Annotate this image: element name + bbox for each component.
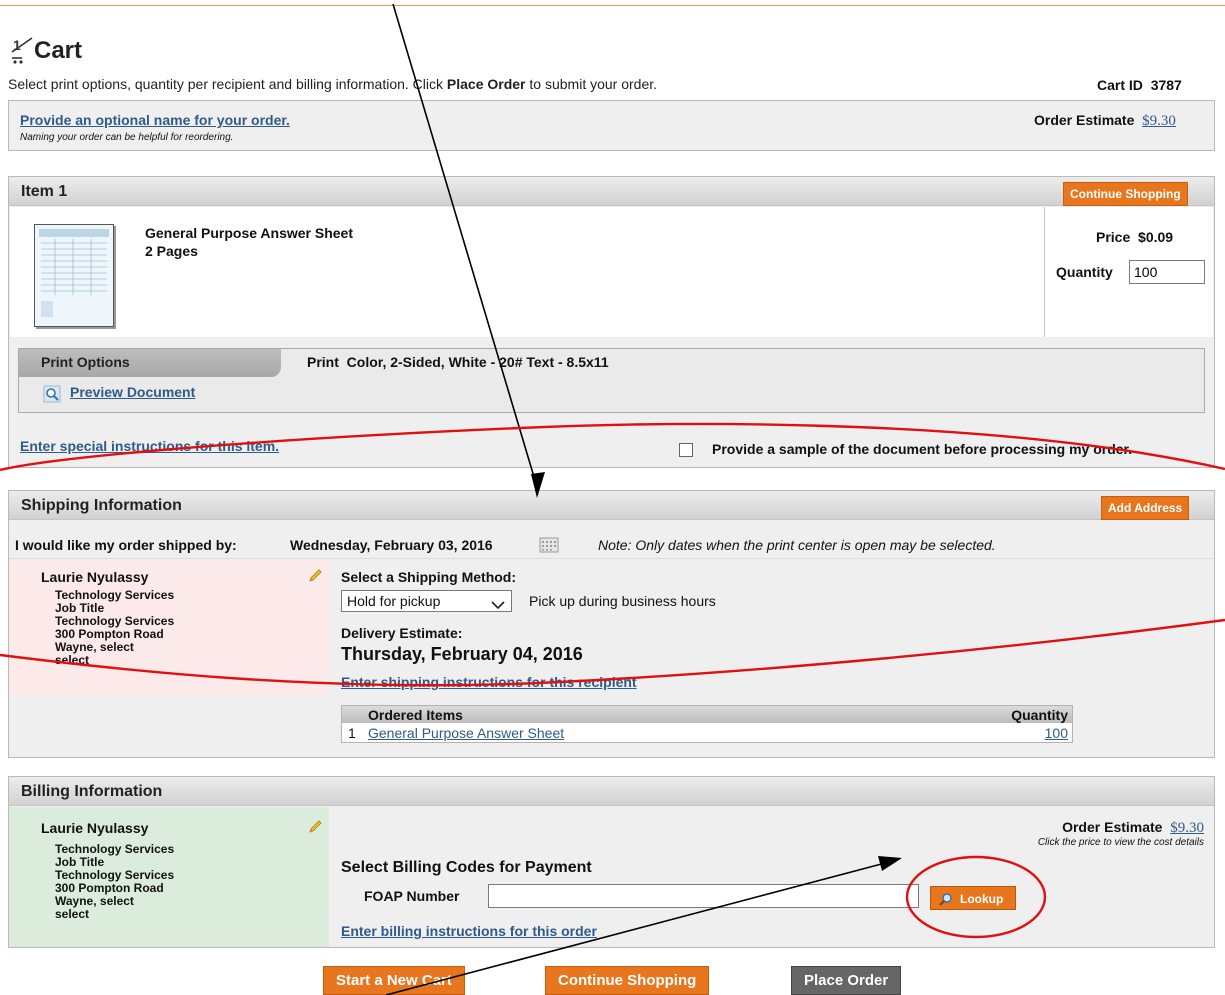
shipping-header: Shipping Information (9, 491, 1214, 520)
ship-by-date[interactable]: Wednesday, February 03, 2016 (290, 537, 493, 553)
lookup-button[interactable]: Lookup (930, 886, 1016, 910)
cart-icon: 1 (10, 36, 34, 64)
dropdown-chevron-icon (491, 597, 505, 610)
cart-id-label: Cart ID (1097, 77, 1143, 93)
item-pages: 2 Pages (145, 243, 198, 259)
ship-by-label: I would like my order shipped by: (15, 537, 237, 553)
billing-estimate-label: Order Estimate (1062, 819, 1163, 835)
subtitle-end: to submit your order. (525, 76, 658, 92)
billing-estimate-link[interactable]: $9.30 (1170, 820, 1204, 836)
pencil-icon[interactable] (307, 819, 323, 835)
special-instructions-link[interactable]: Enter special instructions for this item… (20, 438, 279, 454)
sample-label: Provide a sample of the document before … (712, 441, 1133, 457)
cart-id-value: 3787 (1150, 77, 1182, 93)
billing-codes-title: Select Billing Codes for Payment (341, 859, 592, 876)
item-price-label: Price (1096, 229, 1131, 245)
print-label: Print (307, 354, 339, 370)
billing-instructions-link[interactable]: Enter billing instructions for this orde… (341, 923, 597, 939)
ordered-items-header: Ordered Items (368, 707, 463, 723)
document-thumbnail[interactable] (34, 224, 114, 327)
ordered-item-index: 1 (348, 725, 356, 741)
magnifier-icon[interactable] (43, 385, 61, 403)
shipping-method-select[interactable]: Hold for pickup (341, 590, 512, 612)
place-order-button[interactable]: Place Order (791, 966, 902, 995)
sample-checkbox[interactable] (679, 443, 693, 457)
pencil-icon[interactable] (307, 568, 323, 584)
print-spec: Print Color, 2-Sided, White - 20# Text -… (307, 354, 609, 370)
footer-continue-shopping-button[interactable]: Continue Shopping (545, 966, 710, 995)
item-header-title: Item 1 (21, 183, 68, 200)
billing-recipient[interactable]: Laurie Nyulassy Technology Services Job … (9, 807, 329, 947)
print-options-box: Print Options Print Color, 2-Sided, Whit… (18, 348, 1205, 413)
ordered-items-table: Ordered Items Quantity 1 General Purpose… (341, 705, 1073, 743)
add-address-button[interactable]: Add Address (1101, 496, 1190, 520)
item-price: Price $0.09 (1096, 229, 1173, 245)
order-name-link[interactable]: Provide an optional name for your order. (20, 112, 290, 128)
ordered-items-header-row: Ordered Items Quantity (342, 706, 1072, 723)
page-title: Cart (34, 37, 83, 64)
shipping-recipient-name: Laurie Nyulassy (41, 569, 149, 585)
ship-by-row: I would like my order shipped by: Wednes… (9, 521, 1214, 559)
item-header: Item 1 (9, 177, 1214, 206)
subtitle-bold: Place Order (446, 76, 526, 92)
shipping-panel: Shipping Information Add Address I would… (8, 490, 1215, 758)
item-price-value: $0.09 (1138, 229, 1174, 245)
shipping-recipient-address: Technology Services Job Title Technology… (55, 589, 174, 667)
print-value: Color, 2-Sided, White - 20# Text - 8.5x1… (346, 354, 609, 370)
shipping-method-value: Hold for pickup (347, 593, 441, 609)
item-divider (1044, 207, 1045, 337)
page-subtitle: Select print options, quantity per recip… (8, 76, 657, 92)
address-line: select (55, 907, 90, 921)
order-name-panel: Provide an optional name for your order.… (8, 100, 1215, 151)
cart-id: Cart ID 3787 (1097, 77, 1182, 93)
ordered-item-row: 1 General Purpose Answer Sheet 100 (342, 724, 1072, 742)
billing-header-title: Billing Information (21, 783, 163, 800)
order-estimate-link[interactable]: $9.30 (1142, 113, 1176, 129)
shipping-recipient[interactable]: Laurie Nyulassy Technology Services Job … (9, 559, 329, 694)
shipping-instructions-link[interactable]: Enter shipping instructions for this rec… (341, 674, 637, 690)
preview-document-link[interactable]: Preview Document (70, 384, 195, 400)
delivery-estimate-label: Delivery Estimate: (341, 625, 463, 641)
calendar-icon[interactable] (539, 537, 559, 553)
start-new-cart-button[interactable]: Start a New Cart (323, 966, 465, 995)
print-options-label: Print Options (41, 354, 130, 370)
order-name-hint: Naming your order can be helpful for reo… (20, 132, 234, 143)
shipping-method-note: Pick up during business hours (529, 593, 716, 609)
order-estimate-label: Order Estimate (1034, 112, 1135, 128)
top-border (0, 5, 1225, 6)
billing-header: Billing Information (9, 777, 1214, 806)
order-estimate-top: Order Estimate $9.30 (1034, 112, 1176, 130)
billing-recipient-address: Technology Services Job Title Technology… (55, 843, 174, 921)
shipping-header-title: Shipping Information (21, 497, 182, 514)
quantity-input[interactable] (1129, 260, 1205, 284)
billing-estimate-hint: Click the price to view the cost details (1037, 837, 1204, 848)
foap-input[interactable] (488, 884, 919, 908)
item-body: General Purpose Answer Sheet 2 Pages Pri… (10, 207, 1213, 337)
address-line: select (55, 653, 90, 667)
print-options-tab: Print Options (19, 349, 281, 377)
quantity-header: Quantity (1011, 707, 1068, 723)
billing-panel: Billing Information Laurie Nyulassy Tech… (8, 776, 1215, 948)
delivery-estimate-date: Thursday, February 04, 2016 (341, 644, 583, 664)
shipping-method-label: Select a Shipping Method: (341, 569, 517, 585)
ordered-item-link[interactable]: General Purpose Answer Sheet (368, 725, 564, 741)
subtitle-text: Select print options, quantity per recip… (8, 76, 447, 92)
foap-label: FOAP Number (364, 888, 460, 904)
billing-recipient-name: Laurie Nyulassy (41, 820, 149, 836)
item-quantity-label: Quantity (1056, 264, 1113, 280)
lookup-label: Lookup (960, 892, 1004, 906)
ordered-item-qty[interactable]: 100 (1045, 725, 1068, 741)
magnifier-icon (939, 892, 953, 906)
item-panel: Item 1 Continue Shopping General Purpose… (8, 176, 1215, 468)
continue-shopping-button[interactable]: Continue Shopping (1063, 182, 1188, 206)
ship-by-note: Note: Only dates when the print center i… (598, 537, 996, 553)
billing-estimate: Order Estimate $9.30 (1062, 819, 1204, 837)
item-name: General Purpose Answer Sheet (145, 225, 353, 241)
